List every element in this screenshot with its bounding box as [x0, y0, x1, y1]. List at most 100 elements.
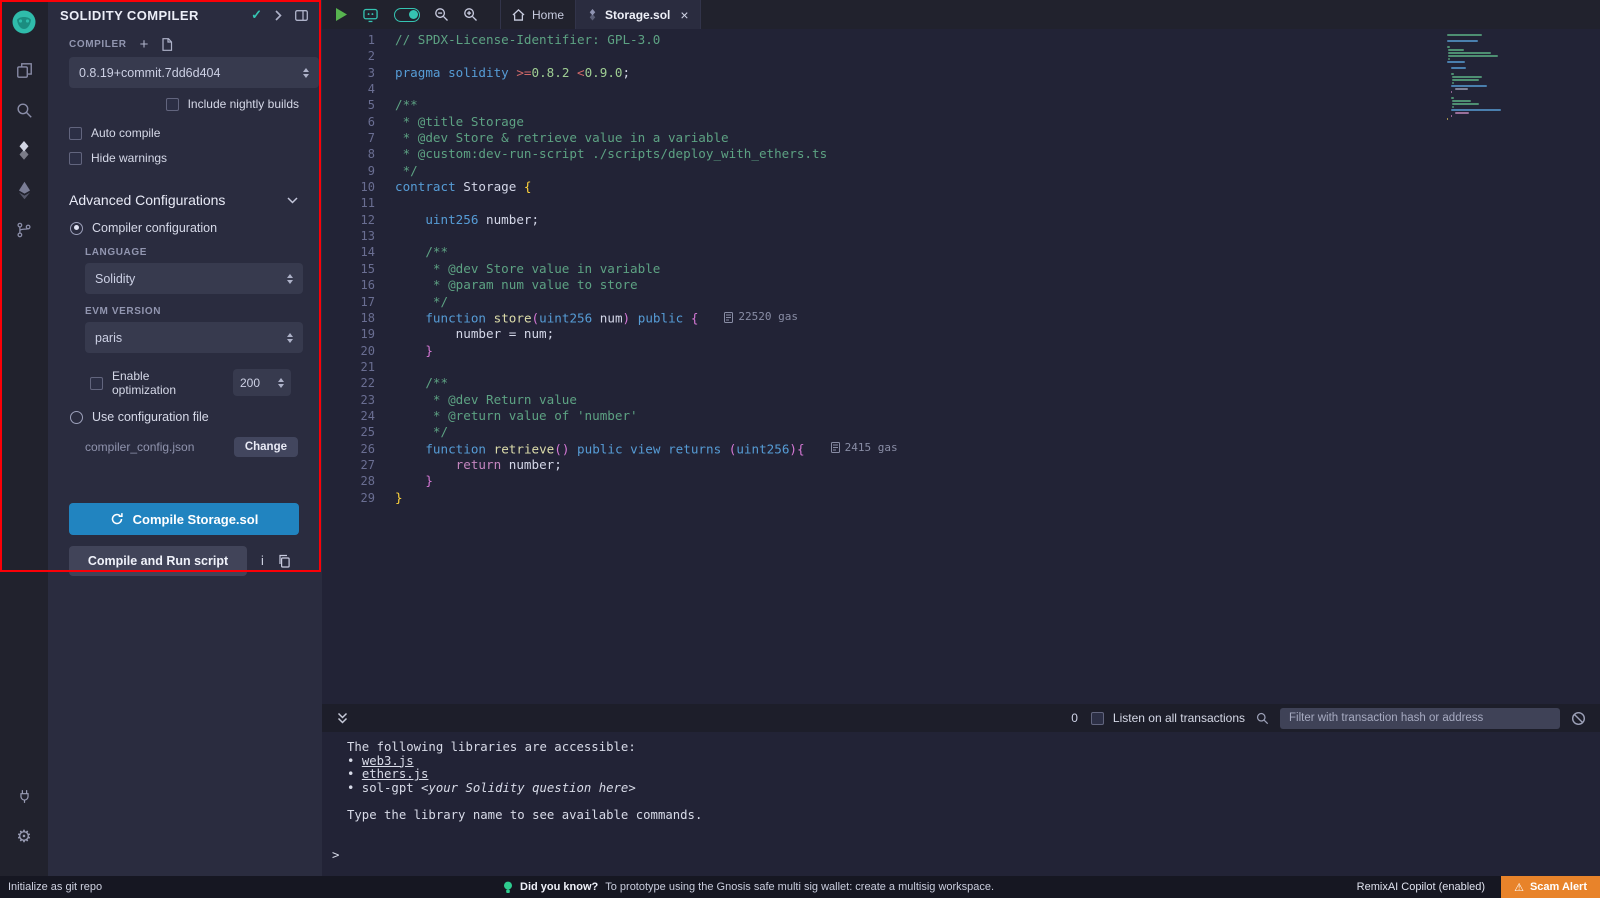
include-nightly-checkbox[interactable]: Include nightly builds: [48, 97, 299, 111]
listen-transactions-checkbox[interactable]: Listen on all transactions: [1091, 711, 1245, 725]
icon-rail: ⚙: [0, 0, 48, 876]
status-bar: Initialize as git repo Did you know? To …: [0, 876, 1600, 898]
checkbox-box: [166, 98, 179, 111]
minimap-line: [1447, 37, 1501, 39]
minimap-line: [1451, 109, 1501, 111]
tab-home-label: Home: [532, 8, 564, 22]
number-spinner-icon[interactable]: [278, 378, 284, 388]
minimap-line: [1452, 79, 1479, 81]
minimap-line: [1447, 118, 1448, 120]
tab-storage-sol[interactable]: Storage.sol ×: [576, 0, 701, 29]
line-number: 1: [322, 32, 375, 48]
solidity-compiler-button[interactable]: [0, 130, 48, 170]
ai-assistant-icon[interactable]: [361, 6, 380, 23]
settings-button[interactable]: ⚙: [0, 816, 48, 856]
hide-warnings-checkbox[interactable]: Hide warnings: [69, 151, 322, 165]
minimap-line: [1447, 46, 1450, 48]
terminal[interactable]: The following libraries are accessible:•…: [322, 732, 1600, 876]
line-number: 10: [322, 179, 375, 195]
open-compiler-file-icon[interactable]: [161, 38, 173, 51]
add-compiler-icon[interactable]: +: [140, 40, 149, 50]
code-editor[interactable]: 1// SPDX-License-Identifier: GPL-3.023pr…: [322, 29, 1600, 704]
line-number: 24: [322, 408, 375, 424]
git-init-status[interactable]: Initialize as git repo: [0, 881, 102, 893]
gas-estimate-badge[interactable]: 22520 gas: [724, 309, 798, 325]
line-number: 26: [322, 441, 375, 457]
library-link[interactable]: web3.js: [362, 754, 414, 768]
config-file-name: compiler_config.json: [85, 440, 194, 454]
toggle-terminal-icon[interactable]: [336, 712, 349, 725]
line-number: 19: [322, 326, 375, 342]
terminal-toolbar: 0 Listen on all transactions: [322, 704, 1600, 732]
compiler-version-value: 0.8.19+commit.7dd6d404: [79, 66, 220, 80]
minimap-line: [1447, 70, 1501, 72]
close-tab-icon[interactable]: ×: [680, 7, 688, 23]
warning-icon: ⚠: [1514, 881, 1524, 894]
code-line: 4: [322, 81, 1600, 97]
scam-alert-badge[interactable]: ⚠ Scam Alert: [1501, 876, 1600, 898]
deploy-run-button[interactable]: [0, 170, 48, 210]
language-select[interactable]: Solidity: [85, 263, 303, 294]
minimap-line: [1448, 55, 1498, 57]
library-link[interactable]: ethers.js: [362, 767, 429, 781]
evm-version-select[interactable]: paris: [85, 322, 303, 353]
home-icon: [512, 9, 525, 21]
transaction-filter-input[interactable]: [1280, 708, 1560, 729]
search-button[interactable]: [0, 90, 48, 130]
line-number: 14: [322, 244, 375, 260]
compiler-section-label: COMPILER: [69, 39, 127, 50]
file-explorer-button[interactable]: [0, 50, 48, 90]
code-line: 20 }: [322, 343, 1600, 359]
copilot-toggle[interactable]: [394, 8, 420, 22]
zoom-in-icon[interactable]: [463, 7, 478, 22]
chevron-right-icon[interactable]: [275, 10, 282, 21]
change-config-button[interactable]: Change: [234, 437, 298, 457]
minimap-line: [1447, 43, 1501, 45]
minimap-line: [1451, 67, 1466, 69]
search-transactions-icon[interactable]: [1256, 712, 1269, 725]
auto-compile-checkbox[interactable]: Auto compile: [69, 126, 322, 140]
line-number: 29: [322, 490, 375, 506]
copilot-status[interactable]: RemixAI Copilot (enabled): [1357, 881, 1485, 893]
tab-home[interactable]: Home: [500, 0, 576, 29]
checkbox-box: [90, 377, 103, 390]
code-line: 13: [322, 228, 1600, 244]
terminal-bullet-item: • web3.js: [347, 755, 1600, 769]
auto-compile-label: Auto compile: [91, 126, 160, 140]
deploy-run-icon: [16, 181, 33, 200]
enable-optimization-checkbox[interactable]: Enable optimization: [90, 369, 194, 397]
optimization-runs-input[interactable]: 200: [233, 369, 291, 396]
run-script-button[interactable]: [336, 8, 347, 21]
code-line: 24 * @return value of 'number': [322, 408, 1600, 424]
git-button[interactable]: [0, 210, 48, 250]
use-config-file-radio[interactable]: Use configuration file: [70, 410, 322, 424]
zoom-out-icon[interactable]: [434, 7, 449, 22]
code-line: 7 * @dev Store & retrieve value in a var…: [322, 130, 1600, 146]
chevron-down-icon: [287, 197, 298, 204]
pin-panel-icon[interactable]: [295, 10, 308, 21]
minimap[interactable]: [1447, 34, 1501, 121]
evm-version-value: paris: [95, 331, 122, 345]
info-icon[interactable]: i: [261, 554, 264, 568]
compile-button[interactable]: Compile Storage.sol: [69, 503, 299, 535]
line-number: 22: [322, 375, 375, 391]
plugin-manager-button[interactable]: [0, 776, 48, 816]
advanced-configurations-toggle[interactable]: Advanced Configurations: [69, 192, 298, 208]
terminal-prompt[interactable]: >: [332, 848, 339, 862]
terminal-text: Type the library name to see available c…: [347, 809, 1600, 823]
panel-header: SOLIDITY COMPILER ✓: [48, 0, 322, 30]
compiler-configuration-radio[interactable]: Compiler configuration: [70, 221, 322, 235]
code-line: 11: [322, 195, 1600, 211]
clear-console-icon[interactable]: [1571, 711, 1586, 726]
line-number: 11: [322, 195, 375, 211]
line-number: 17: [322, 294, 375, 310]
solidity-compiler-icon: [15, 140, 33, 160]
compile-run-button[interactable]: Compile and Run script: [69, 546, 247, 576]
code-line: 19 number = num;: [322, 326, 1600, 342]
minimap-line: [1447, 61, 1465, 63]
gas-estimate-badge[interactable]: 2415 gas: [831, 440, 898, 456]
remix-logo[interactable]: [10, 8, 38, 36]
copy-icon[interactable]: [278, 554, 291, 568]
compiler-version-select[interactable]: 0.8.19+commit.7dd6d404: [69, 57, 319, 88]
main-area: Home Storage.sol × 1// SPDX-License-Iden…: [322, 0, 1600, 876]
